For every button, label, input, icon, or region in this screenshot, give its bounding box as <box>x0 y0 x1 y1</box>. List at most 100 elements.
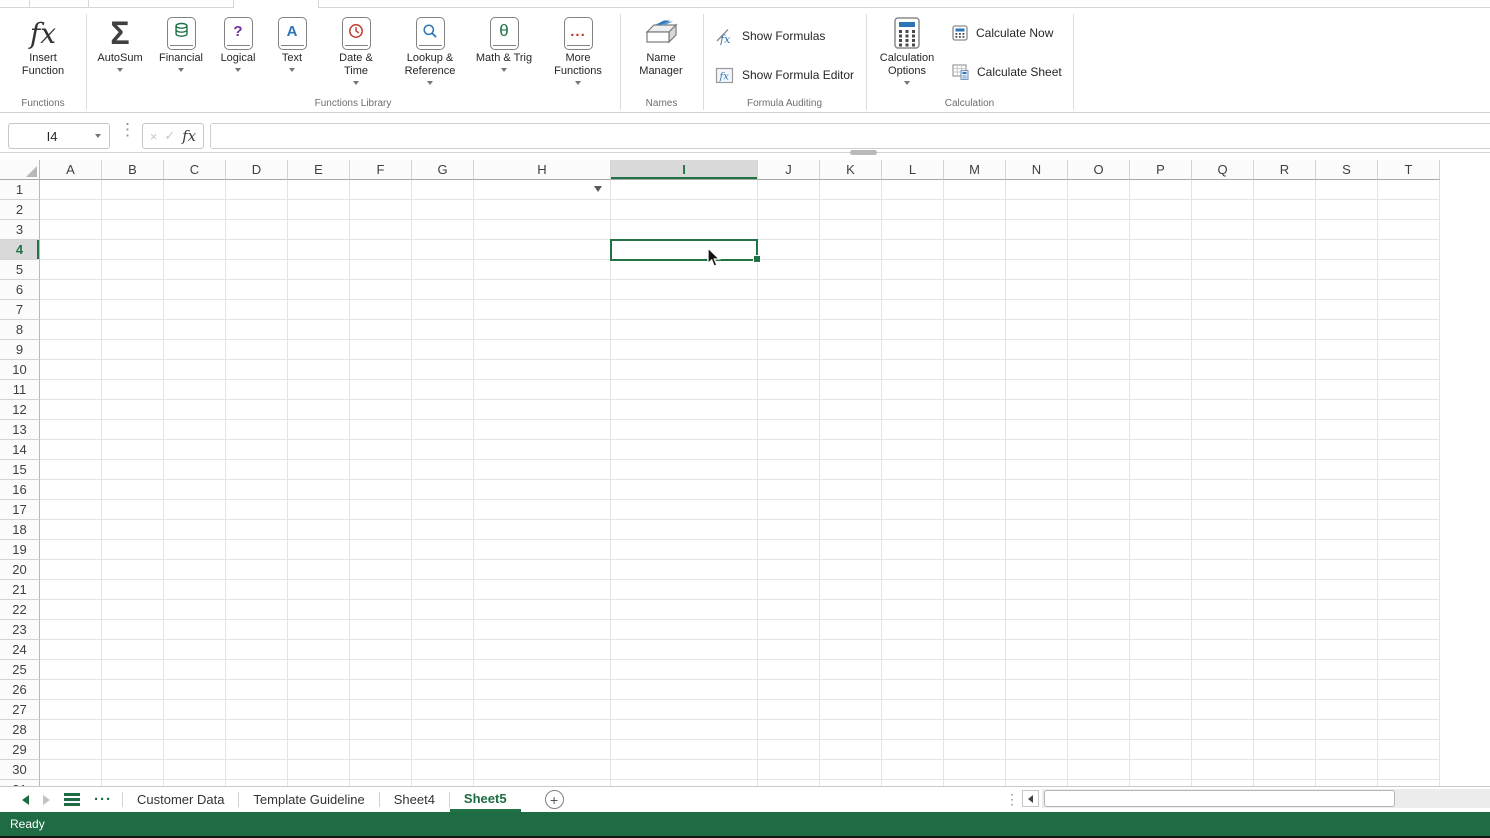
grid-cell[interactable] <box>944 200 1006 220</box>
grid-cell[interactable] <box>474 320 611 340</box>
grid-cell[interactable] <box>288 620 350 640</box>
grid-cell[interactable] <box>944 580 1006 600</box>
grid-cell[interactable] <box>944 400 1006 420</box>
grid-cell[interactable] <box>412 420 474 440</box>
grid-cell[interactable] <box>882 180 944 200</box>
grid-cell[interactable] <box>164 760 226 780</box>
column-header-N[interactable]: N <box>1006 160 1068 180</box>
grid-cell[interactable] <box>350 300 412 320</box>
grid-cell[interactable] <box>1068 180 1130 200</box>
grid-cell[interactable] <box>164 240 226 260</box>
grid-cell[interactable] <box>1254 540 1316 560</box>
grid-cell[interactable] <box>1316 700 1378 720</box>
grid-cell[interactable] <box>1254 180 1316 200</box>
grid-cell[interactable] <box>350 460 412 480</box>
grid-cell[interactable] <box>1068 320 1130 340</box>
grid-cell[interactable] <box>1068 640 1130 660</box>
grid-cell[interactable] <box>102 400 164 420</box>
grid-cell[interactable] <box>1006 660 1068 680</box>
row-header-3[interactable]: 3 <box>0 220 40 240</box>
grid-cell[interactable] <box>1068 600 1130 620</box>
grid-cell[interactable] <box>412 640 474 660</box>
grid-cell[interactable] <box>350 540 412 560</box>
grid-cell[interactable] <box>820 440 882 460</box>
grid-cell[interactable] <box>1316 420 1378 440</box>
grid-cell[interactable] <box>40 620 102 640</box>
grid-cell[interactable] <box>1006 720 1068 740</box>
grid-cell[interactable] <box>350 740 412 760</box>
grid-cell[interactable] <box>474 600 611 620</box>
grid-cell[interactable] <box>882 320 944 340</box>
grid-cell[interactable] <box>474 260 611 280</box>
grid-cell[interactable] <box>288 480 350 500</box>
grid-cell[interactable] <box>1378 520 1440 540</box>
grid-cell[interactable] <box>226 680 288 700</box>
grid-cell[interactable] <box>1130 460 1192 480</box>
grid-cell[interactable] <box>40 400 102 420</box>
grid-cell[interactable] <box>350 220 412 240</box>
grid-cell[interactable] <box>1378 280 1440 300</box>
row-header-28[interactable]: 28 <box>0 720 40 740</box>
grid-cell[interactable] <box>288 740 350 760</box>
row-header-16[interactable]: 16 <box>0 480 40 500</box>
math-trig-button[interactable]: θ Math & Trig <box>466 14 542 72</box>
grid-cell[interactable] <box>1192 440 1254 460</box>
grid-cell[interactable] <box>412 540 474 560</box>
grid-cell[interactable] <box>1316 600 1378 620</box>
grid-cell[interactable] <box>611 500 758 520</box>
grid-cell[interactable] <box>1378 740 1440 760</box>
grid-cell[interactable] <box>944 740 1006 760</box>
grid-cell[interactable] <box>758 300 820 320</box>
grid-cell[interactable] <box>1006 620 1068 640</box>
grid-cell[interactable] <box>758 420 820 440</box>
grid-cell[interactable] <box>1068 680 1130 700</box>
formula-bar-drag-handle[interactable]: ⋮ <box>119 120 136 140</box>
grid-cell[interactable] <box>350 760 412 780</box>
grid-cell[interactable] <box>1254 480 1316 500</box>
grid-cell[interactable] <box>164 560 226 580</box>
select-all-corner[interactable] <box>0 160 40 180</box>
grid-cell[interactable] <box>1316 680 1378 700</box>
grid-cell[interactable] <box>1068 400 1130 420</box>
grid-cell[interactable] <box>1130 220 1192 240</box>
grid-cell[interactable] <box>350 180 412 200</box>
sheet-tab-sheet5[interactable]: Sheet5 <box>450 787 521 812</box>
calculate-now-button[interactable]: Calculate Now <box>952 24 1053 42</box>
grid-cell[interactable] <box>288 440 350 460</box>
grid-cell[interactable] <box>611 240 758 260</box>
grid-cell[interactable] <box>1192 260 1254 280</box>
grid-cell[interactable] <box>1254 200 1316 220</box>
grid-cell[interactable] <box>820 180 882 200</box>
grid-cell[interactable] <box>1192 460 1254 480</box>
grid-cell[interactable] <box>1316 760 1378 780</box>
grid-cell[interactable] <box>474 540 611 560</box>
scroll-tabs-left-icon[interactable] <box>22 795 29 805</box>
grid-cell[interactable] <box>820 300 882 320</box>
grid-cell[interactable] <box>350 700 412 720</box>
grid-cell[interactable] <box>1378 560 1440 580</box>
grid-cell[interactable] <box>820 700 882 720</box>
grid-cell[interactable] <box>1254 620 1316 640</box>
grid-cell[interactable] <box>164 220 226 240</box>
grid-cell[interactable] <box>1254 740 1316 760</box>
row-header-26[interactable]: 26 <box>0 680 40 700</box>
grid-cell[interactable] <box>944 640 1006 660</box>
grid-cell[interactable] <box>1254 580 1316 600</box>
row-header-29[interactable]: 29 <box>0 740 40 760</box>
grid-cell[interactable] <box>882 460 944 480</box>
grid-cell[interactable] <box>1254 400 1316 420</box>
grid-cell[interactable] <box>1378 480 1440 500</box>
grid-cell[interactable] <box>474 340 611 360</box>
horizontal-scrollbar-thumb[interactable] <box>1044 790 1395 807</box>
grid-cell[interactable] <box>350 260 412 280</box>
insert-function-button[interactable]: fx Insert Function <box>13 14 73 78</box>
grid-cell[interactable] <box>226 740 288 760</box>
grid-cell[interactable] <box>758 260 820 280</box>
grid-cell[interactable] <box>102 300 164 320</box>
grid-cell[interactable] <box>288 320 350 340</box>
grid-cell[interactable] <box>758 240 820 260</box>
grid-cell[interactable] <box>1254 640 1316 660</box>
more-functions-button[interactable]: ... More Functions <box>546 14 610 85</box>
grid-cell[interactable] <box>882 360 944 380</box>
grid-cell[interactable] <box>1006 360 1068 380</box>
